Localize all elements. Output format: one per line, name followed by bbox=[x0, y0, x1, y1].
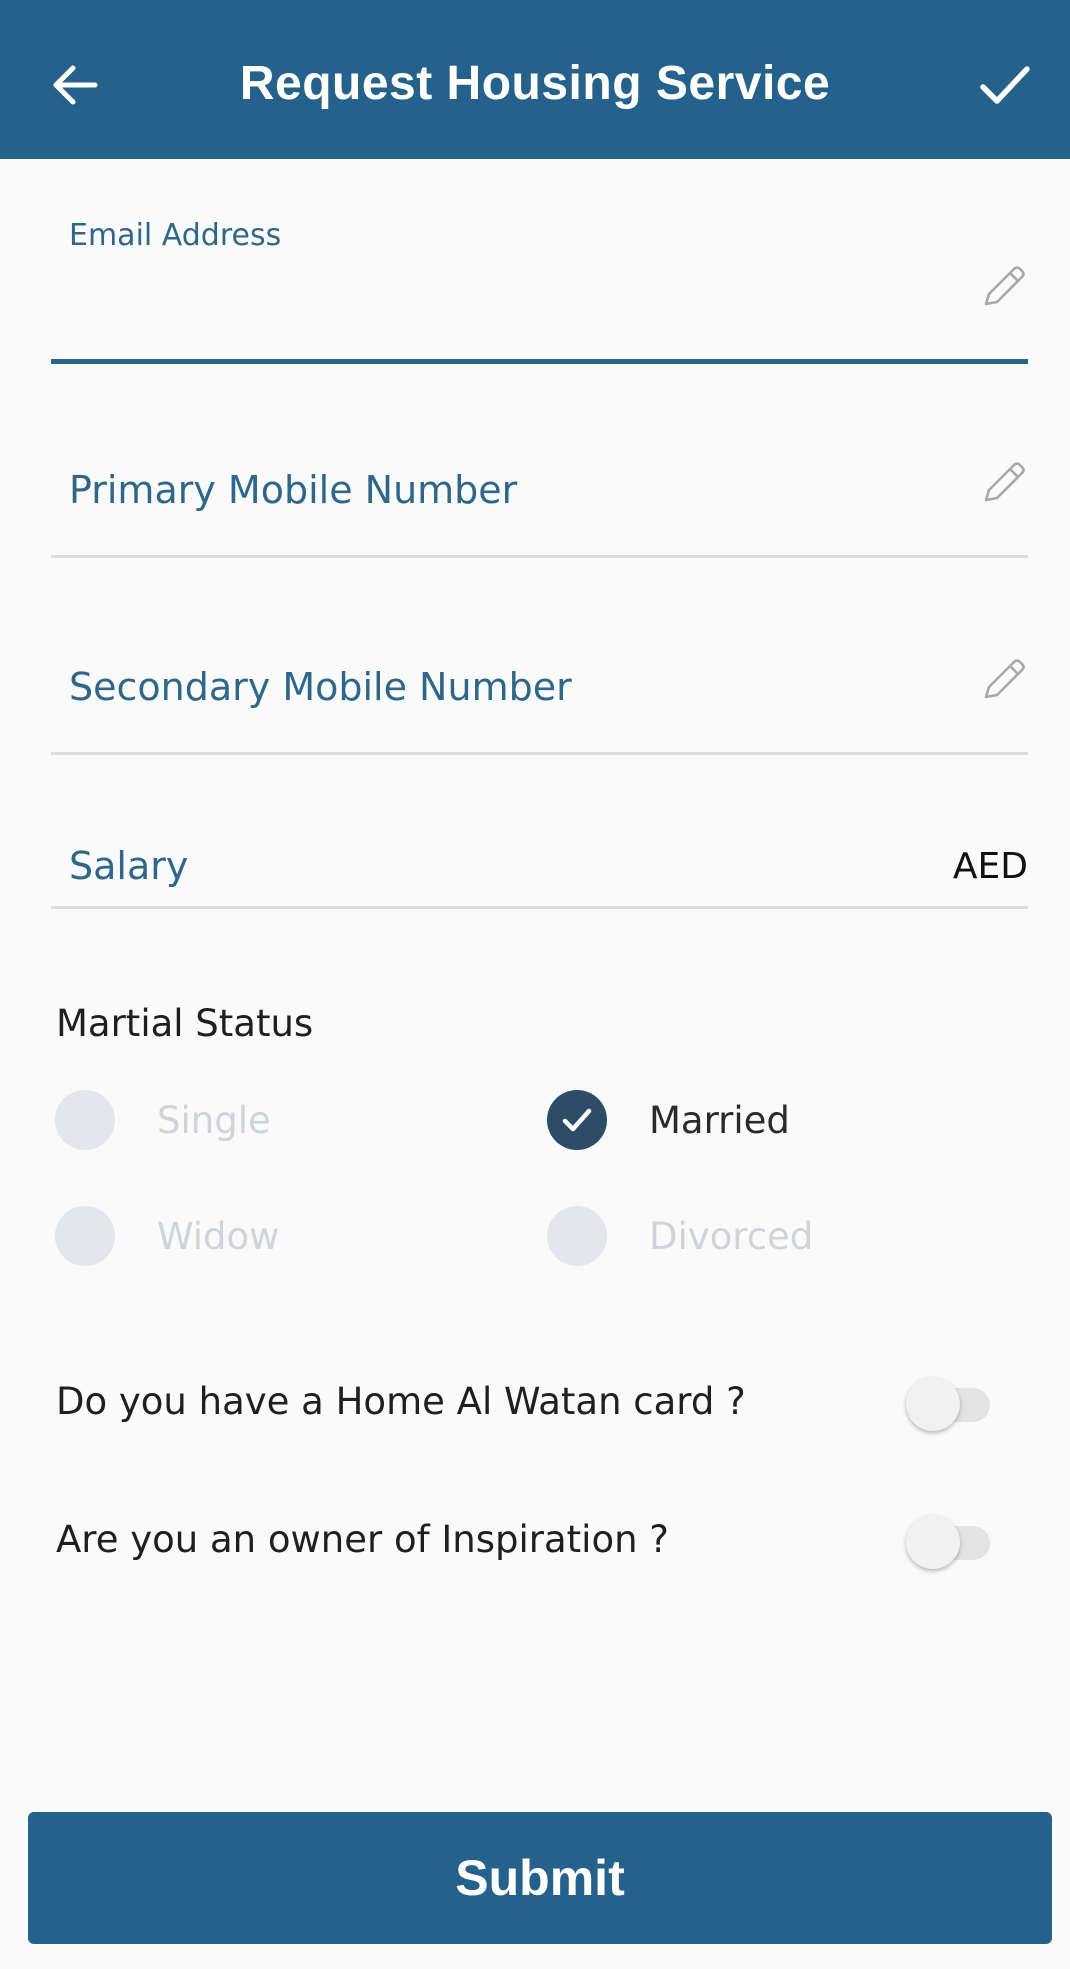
radio-circle[interactable] bbox=[55, 1090, 115, 1150]
primary-mobile-underline bbox=[51, 555, 1028, 558]
radio-label-married: Married bbox=[649, 1098, 790, 1142]
salary-underline bbox=[51, 906, 1028, 909]
confirm-button[interactable] bbox=[960, 40, 1050, 130]
radio-label-single: Single bbox=[157, 1098, 271, 1142]
radio-circle-checked[interactable] bbox=[547, 1090, 607, 1150]
radio-circle[interactable] bbox=[55, 1206, 115, 1266]
secondary-mobile-label: Secondary Mobile Number bbox=[69, 665, 572, 709]
checkmark-icon bbox=[562, 1108, 592, 1132]
salary-field[interactable]: Salary AED bbox=[51, 840, 1028, 920]
page-title: Request Housing Service bbox=[239, 57, 831, 110]
home-al-watan-question: Do you have a Home Al Watan card ? bbox=[56, 1380, 746, 1423]
radio-widow[interactable]: Widow bbox=[55, 1204, 279, 1268]
pencil-icon[interactable] bbox=[978, 458, 1028, 508]
app-bar: Request Housing Service bbox=[0, 0, 1070, 159]
radio-circle[interactable] bbox=[547, 1206, 607, 1266]
marital-status-title: Martial Status bbox=[56, 1002, 314, 1045]
radio-label-divorced: Divorced bbox=[649, 1214, 814, 1258]
submit-button[interactable]: Submit bbox=[28, 1812, 1052, 1944]
radio-divorced[interactable]: Divorced bbox=[547, 1204, 813, 1268]
currency-suffix: AED bbox=[952, 846, 1028, 887]
toggle-thumb bbox=[906, 1377, 960, 1431]
primary-mobile-label: Primary Mobile Number bbox=[69, 468, 518, 512]
email-field-label: Email Address bbox=[69, 218, 282, 253]
secondary-mobile-underline bbox=[51, 752, 1028, 755]
pencil-icon[interactable] bbox=[978, 262, 1028, 312]
email-field-underline bbox=[51, 359, 1028, 364]
radio-married[interactable]: Married bbox=[547, 1088, 790, 1152]
radio-label-widow: Widow bbox=[157, 1214, 280, 1258]
toggle-thumb bbox=[906, 1515, 960, 1569]
owner-inspiration-toggle[interactable] bbox=[906, 1514, 996, 1570]
radio-single[interactable]: Single bbox=[55, 1088, 271, 1152]
primary-mobile-field[interactable]: Primary Mobile Number bbox=[51, 450, 1028, 560]
home-al-watan-toggle[interactable] bbox=[906, 1376, 996, 1432]
owner-inspiration-question: Are you an owner of Inspiration ? bbox=[56, 1518, 669, 1561]
email-field[interactable]: Email Address bbox=[51, 218, 1028, 366]
pencil-icon[interactable] bbox=[978, 655, 1028, 705]
salary-label: Salary bbox=[69, 844, 189, 888]
secondary-mobile-field[interactable]: Secondary Mobile Number bbox=[51, 647, 1028, 757]
checkmark-icon bbox=[980, 66, 1030, 104]
